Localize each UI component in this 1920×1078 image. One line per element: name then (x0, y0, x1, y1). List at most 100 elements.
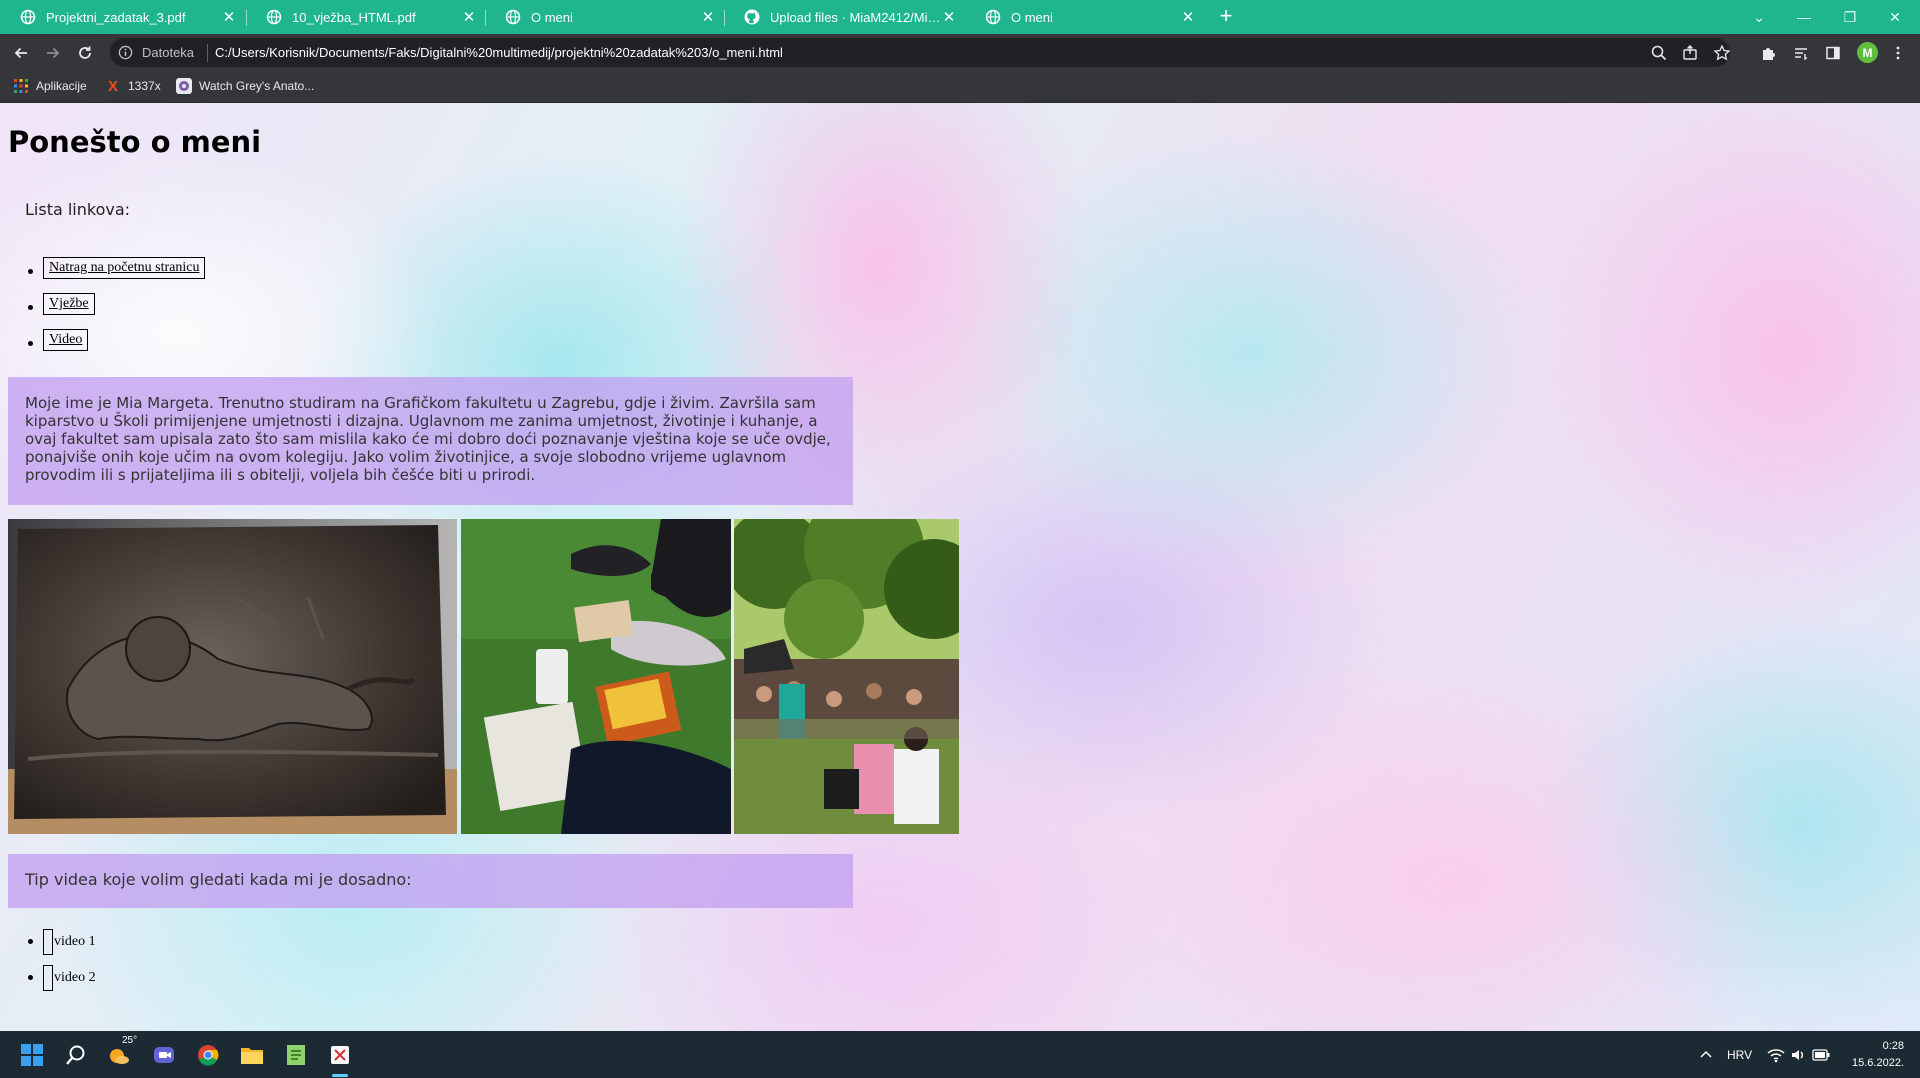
github-icon (744, 9, 760, 25)
speaker-icon (1792, 1050, 1803, 1060)
zoom-icon[interactable] (1650, 44, 1668, 62)
share-icon[interactable] (1681, 44, 1699, 62)
bookmark-apps[interactable]: Aplikacije (13, 78, 87, 94)
close-tab-icon[interactable]: ✕ (461, 9, 477, 26)
page-title: Ponešto o meni (8, 125, 262, 159)
tab-github-upload[interactable]: Upload files · MiaM2412/Mia-Margeta ✕ (724, 0, 965, 34)
link-video[interactable]: Video (43, 329, 89, 351)
bookmarks-bar: Aplikacije X 1337x Watch Grey's Anato... (0, 71, 1920, 103)
tab-strip: Projektni_zadatak_3.pdf ✕ 10_vježba_HTML… (0, 0, 1920, 34)
apps-grid-icon (13, 78, 29, 94)
chip-divider (207, 44, 208, 62)
clock-time[interactable]: 0:28 (1858, 1040, 1904, 1052)
globe-icon (505, 9, 521, 25)
taskbar: 25° HRV 0:28 15.6.2022. (0, 1031, 1920, 1078)
close-tab-icon[interactable]: ✕ (221, 9, 237, 26)
tray-overflow-button[interactable] (1692, 1041, 1720, 1069)
bio-paragraph: Moje ime je Mia Margeta. Trenutno studir… (8, 377, 853, 505)
chrome-taskbar-button[interactable] (194, 1041, 222, 1069)
tab-10-vjezba[interactable]: 10_vježba_HTML.pdf ✕ (246, 0, 485, 34)
tab-o-meni[interactable]: O meni ✕ (485, 0, 724, 34)
close-tab-icon[interactable]: ✕ (1180, 9, 1196, 26)
bronze-lion-relief-photo (8, 519, 457, 834)
page-viewport: Ponešto o meni Lista linkova: Natrag na … (0, 103, 1920, 1031)
bookmark-label: Watch Grey's Anato... (199, 79, 315, 93)
input-language[interactable]: HRV (1727, 1048, 1752, 1062)
forward-button[interactable] (40, 40, 66, 66)
list-item: video 2 (28, 965, 96, 1001)
tab-o-meni-active[interactable]: O meni ✕ (965, 0, 1204, 34)
globe-icon (266, 9, 282, 25)
windows-logo-icon (21, 1044, 43, 1066)
clock-date[interactable]: 15.6.2022. (1846, 1057, 1904, 1069)
notepad-plus-button[interactable] (282, 1041, 310, 1069)
reading-list-icon (1795, 48, 1808, 61)
side-panel-button[interactable] (1822, 42, 1844, 64)
teams-chat-button[interactable] (150, 1041, 178, 1069)
link-exercises[interactable]: Vježbe (43, 293, 95, 315)
bookmark-label: Aplikacije (36, 79, 87, 93)
puzzle-icon (1763, 48, 1775, 60)
snipping-tool-button[interactable] (326, 1041, 354, 1069)
star-icon[interactable] (1713, 44, 1731, 62)
minimize-icon[interactable]: — (1782, 0, 1826, 34)
browser-toolbar: Datoteka C:/Users/Korisnik/Documents/Fak… (0, 34, 1920, 71)
bookmark-greys-anatomy[interactable]: Watch Grey's Anato... (176, 78, 314, 94)
start-button[interactable] (18, 1041, 46, 1069)
reload-button[interactable] (72, 40, 98, 66)
tab-title: Upload files · MiaM2412/Mia-Margeta (770, 9, 941, 25)
battery-charging-icon (1812, 1049, 1830, 1061)
close-window-icon[interactable]: ✕ (1873, 0, 1917, 34)
new-tab-button[interactable]: + (1214, 5, 1238, 29)
video-embed-frame[interactable] (43, 929, 53, 955)
close-tab-icon[interactable]: ✕ (700, 9, 716, 26)
active-app-indicator (332, 1074, 348, 1077)
menu-button[interactable] (1887, 42, 1909, 64)
weather-sun-cloud-icon (110, 1049, 129, 1064)
wifi-icon (1767, 1049, 1785, 1063)
links-label: Lista linkova: (25, 200, 131, 219)
links-list: Natrag na početnu stranicu Vježbe Video (28, 257, 206, 365)
tab-title: O meni (1011, 9, 1053, 25)
arrow-right-icon (47, 47, 60, 59)
back-button[interactable] (8, 40, 34, 66)
globe-icon (985, 9, 1001, 25)
reload-icon (79, 46, 91, 59)
url-text[interactable]: C:/Users/Korisnik/Documents/Faks/Digital… (215, 45, 783, 60)
kebab-menu-icon (1896, 46, 1900, 60)
arrow-left-icon (14, 47, 27, 59)
video-embed-frame[interactable] (43, 965, 53, 991)
file-explorer-button[interactable] (238, 1041, 266, 1069)
video-list: video 1 video 2 (28, 929, 96, 1001)
list-item: Video (28, 329, 205, 365)
address-bar[interactable]: Datoteka C:/Users/Korisnik/Documents/Fak… (110, 38, 1731, 67)
folder-icon (241, 1048, 263, 1064)
tab-projektni-zadatak[interactable]: Projektni_zadatak_3.pdf ✕ (0, 0, 245, 34)
info-icon[interactable] (118, 45, 133, 60)
extensions-button[interactable] (1758, 42, 1780, 64)
chrome-icon (198, 1045, 219, 1066)
file-chip-label: Datoteka (142, 45, 195, 60)
tab-search-chevron-icon[interactable]: ⌄ (1737, 0, 1781, 34)
globe-icon (20, 9, 36, 25)
bookmark-1337x[interactable]: X 1337x (105, 78, 161, 95)
video-intro: Tip videa koje volim gledati kada mi je … (8, 854, 853, 908)
weather-widget[interactable]: 25° (105, 1035, 137, 1069)
search-icon (66, 1045, 85, 1065)
restore-icon[interactable]: ❐ (1828, 0, 1872, 34)
close-tab-icon[interactable]: ✕ (941, 9, 957, 26)
search-button[interactable] (62, 1041, 90, 1069)
crowd-in-park-photo (734, 519, 959, 834)
list-item: video 1 (28, 929, 96, 965)
battery-button[interactable] (1807, 1041, 1835, 1069)
weather-temp: 25° (122, 1035, 138, 1046)
list-item: Natrag na početnu stranicu (28, 257, 206, 293)
link-home[interactable]: Natrag na početnu stranicu (43, 257, 206, 279)
list-item: Vježbe (28, 293, 205, 329)
side-panel-icon (1826, 46, 1840, 60)
teams-chat-icon (154, 1047, 174, 1063)
reading-list-button[interactable] (1790, 42, 1812, 64)
chevron-up-icon (1700, 1050, 1712, 1058)
profile-avatar[interactable]: M (1857, 42, 1878, 63)
tab-title: 10_vježba_HTML.pdf (292, 9, 416, 25)
